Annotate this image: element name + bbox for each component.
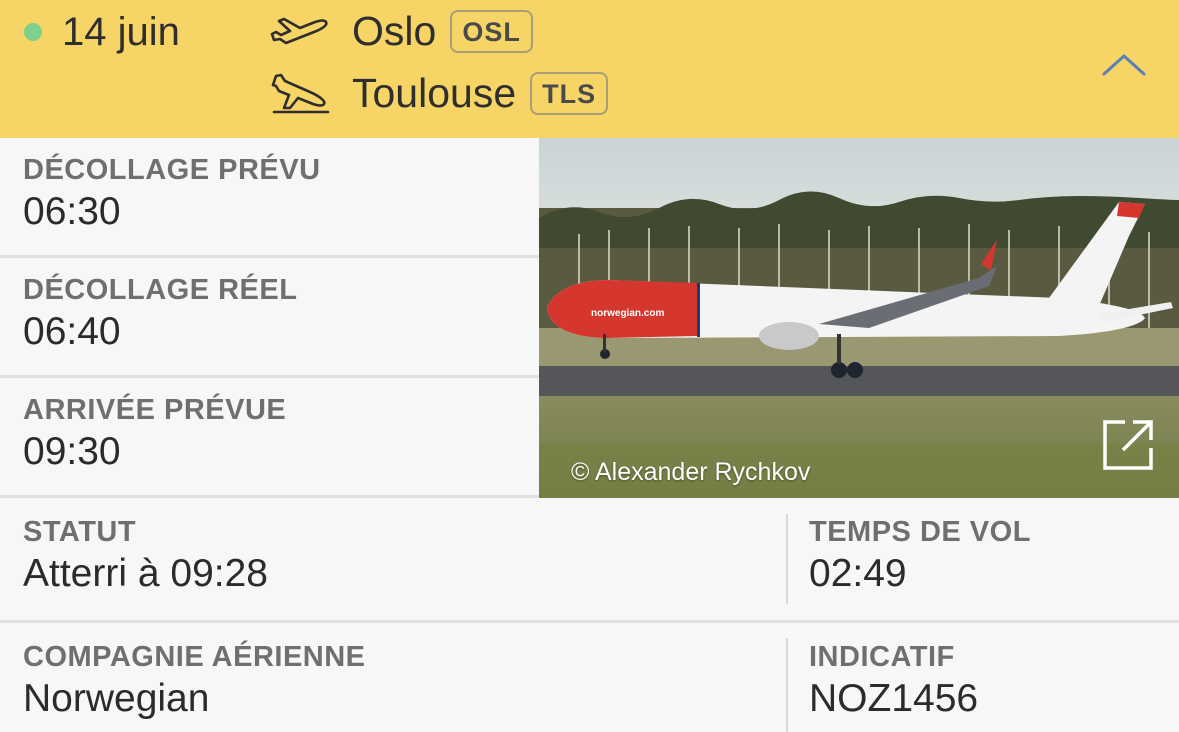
- actual-departure-value: 06:40: [23, 310, 121, 353]
- arrival-code-badge: TLS: [530, 71, 609, 115]
- arrival-row: Toulouse TLS: [270, 68, 609, 118]
- status-cell: STATUT Atterri à 09:28: [0, 498, 786, 620]
- scheduled-arrival-value: 09:30: [23, 430, 121, 473]
- flight-date: 14 juin: [62, 10, 180, 54]
- divider: [786, 638, 788, 732]
- departure-city: Oslo: [352, 8, 437, 54]
- airline-cell: COMPAGNIE AÉRIENNE Norwegian: [0, 623, 786, 732]
- landing-icon: [271, 73, 330, 114]
- photo-credit: © Alexander Rychkov: [571, 458, 811, 486]
- flight-time-value: 02:49: [809, 552, 907, 595]
- takeoff-icon: [270, 17, 328, 45]
- actual-departure-label: DÉCOLLAGE RÉEL: [23, 274, 298, 306]
- scheduled-departure-label: DÉCOLLAGE PRÉVU: [23, 154, 321, 186]
- airline-label: COMPAGNIE AÉRIENNE: [23, 641, 366, 673]
- chevron-up-icon[interactable]: [1096, 44, 1152, 84]
- flight-time-label: TEMPS DE VOL: [809, 516, 1031, 548]
- aircraft-image: norwegian.com: [539, 138, 1179, 498]
- scheduled-departure-value: 06:30: [23, 190, 121, 233]
- status-dot: [24, 23, 42, 41]
- status-value: Atterri à 09:28: [23, 552, 268, 595]
- departure-code-badge: OSL: [450, 9, 533, 53]
- status-label: STATUT: [23, 516, 137, 548]
- divider: [786, 514, 788, 604]
- livery-text: norwegian.com: [591, 308, 664, 319]
- scheduled-arrival-cell: ARRIVÉE PRÉVUE 09:30: [0, 378, 539, 495]
- aircraft-photo[interactable]: norwegian.com © Alexander Rychkov: [539, 138, 1179, 498]
- external-link-icon[interactable]: [1099, 416, 1157, 474]
- callsign-value: NOZ1456: [809, 677, 979, 720]
- callsign-cell: INDICATIF NOZ1456: [789, 623, 1179, 732]
- scheduled-departure-cell: DÉCOLLAGE PRÉVU 06:30: [0, 138, 539, 256]
- departure-row: Oslo OSL: [270, 6, 533, 56]
- flight-time-cell: TEMPS DE VOL 02:49: [789, 498, 1179, 620]
- flight-header[interactable]: 14 juin Oslo OSL Toulouse TLS: [0, 0, 1179, 138]
- airline-value: Norwegian: [23, 677, 210, 720]
- actual-departure-cell: DÉCOLLAGE RÉEL 06:40: [0, 258, 539, 375]
- arrival-city: Toulouse: [352, 70, 517, 116]
- scheduled-arrival-label: ARRIVÉE PRÉVUE: [23, 394, 287, 426]
- callsign-label: INDICATIF: [809, 641, 955, 673]
